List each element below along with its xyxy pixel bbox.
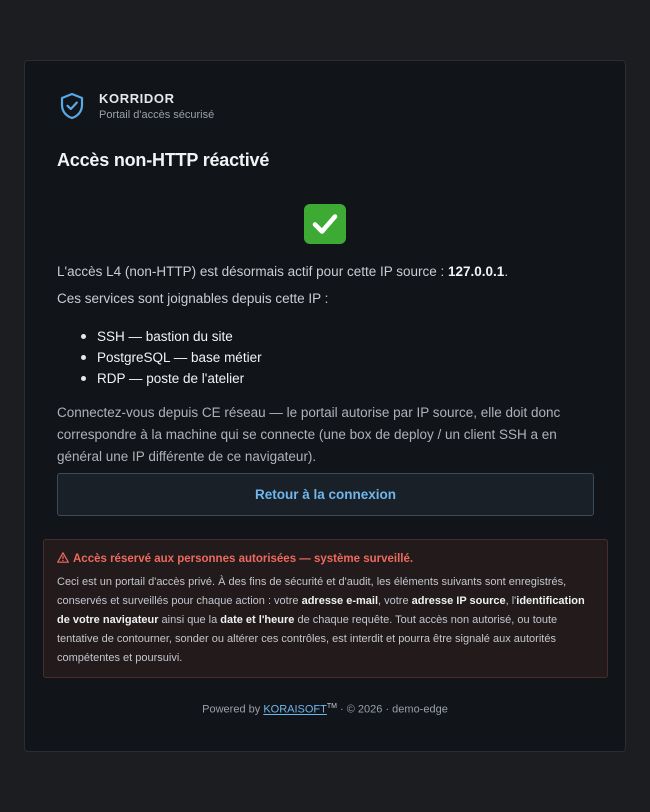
warning-triangle-icon xyxy=(57,552,73,566)
intro-suffix: . xyxy=(504,264,509,279)
page-title: Accès non-HTTP réactivé xyxy=(57,150,270,170)
intro-text: L'accès L4 (non-HTTP) est désormais acti… xyxy=(57,264,508,279)
warning-text: , l' xyxy=(505,595,517,607)
services-list: SSH — bastion du site PostgreSQL — base … xyxy=(81,326,262,389)
footer: Powered by KORAISOFTTM · © 2026 · demo-e… xyxy=(25,703,625,716)
shield-check-icon xyxy=(59,92,85,120)
back-to-login-button[interactable]: Retour à la connexion xyxy=(57,473,594,516)
warning-emphasis: date et l'heure xyxy=(220,614,295,626)
network-note: Connectez-vous depuis CE réseau — le por… xyxy=(57,405,561,464)
check-mark-button-icon xyxy=(304,204,346,244)
brand-header: KORRIDOR Portail d'accès sécurisé xyxy=(59,91,214,121)
intro-prefix: L'accès L4 (non-HTTP) est désormais acti… xyxy=(57,264,448,279)
warning-title: Accès réservé aux personnes autorisées —… xyxy=(73,553,414,565)
service-item-rdp: RDP — poste de l'atelier xyxy=(81,368,262,389)
brand-subtitle: Portail d'accès sécurisé xyxy=(99,109,215,121)
footer-prefix: Powered by xyxy=(202,703,264,716)
services-intro: Ces services sont joignables depuis cett… xyxy=(57,291,329,306)
service-item-ssh: SSH — bastion du site xyxy=(81,326,262,347)
warning-text: ainsi que la xyxy=(158,614,221,626)
footer-suffix: · © 2026 · demo-edge xyxy=(336,703,448,716)
trademark-mark: TM xyxy=(326,703,337,710)
warning-emphasis: adresse e-mail xyxy=(301,595,379,607)
warning-body: Ceci est un portail d'accès privé. À des… xyxy=(57,573,594,668)
brand-name: KORRIDOR xyxy=(99,91,175,106)
monitoring-warning: Accès réservé aux personnes autorisées —… xyxy=(43,539,608,678)
warning-text: , votre xyxy=(378,595,412,607)
koraisoft-link[interactable]: KORAISOFT xyxy=(263,704,327,716)
warning-title-row: Accès réservé aux personnes autorisées —… xyxy=(57,552,594,566)
warning-emphasis: adresse IP source xyxy=(411,595,506,607)
access-card: KORRIDOR Portail d'accès sécurisé Accès … xyxy=(24,60,626,752)
source-ip: 127.0.0.1 xyxy=(448,264,505,279)
service-item-postgresql: PostgreSQL — base métier xyxy=(81,347,262,368)
